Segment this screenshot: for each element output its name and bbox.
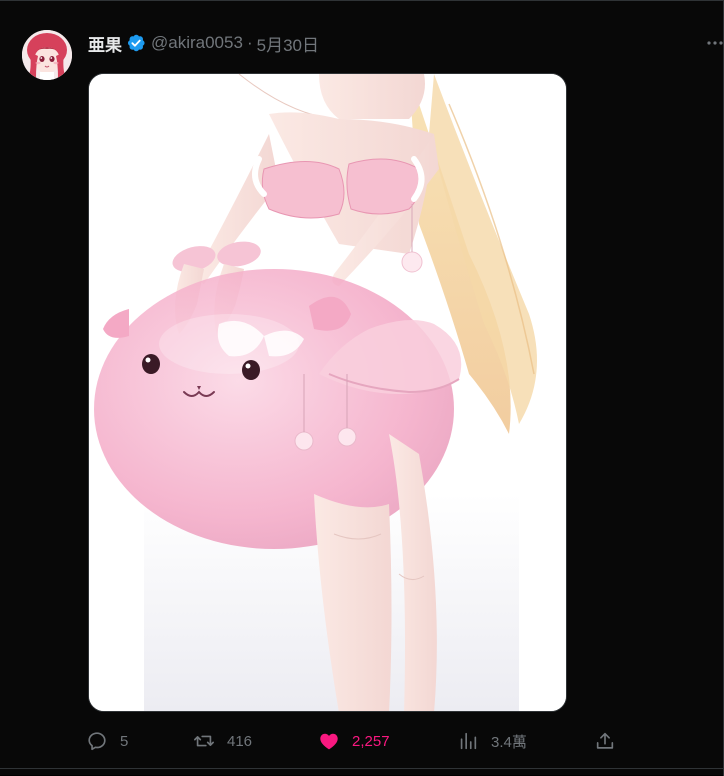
post: 亜果 @akira0053 · 5月30日 5 416 2,257 3.4萬 (0, 0, 724, 776)
repost-count: 416 (227, 732, 253, 750)
views-button[interactable]: 3.4萬 (457, 728, 527, 754)
post-divider (0, 768, 724, 769)
repost-button[interactable]: 416 (193, 728, 252, 754)
share-upload-icon (596, 732, 614, 749)
post-date[interactable]: 5月30日 (257, 31, 319, 56)
more-horizontal-icon (707, 41, 723, 45)
share-button[interactable] (594, 728, 616, 754)
post-media-image[interactable] (88, 73, 567, 712)
separator-dot: · (246, 33, 253, 52)
reply-button[interactable]: 5 (86, 728, 128, 754)
author-handle[interactable]: @akira0053 (151, 33, 243, 53)
repost-icon (194, 735, 214, 747)
post-actions: 5 416 2,257 3.4萬 (86, 728, 626, 754)
author-display-name[interactable]: 亜果 (88, 31, 122, 56)
reply-icon (88, 732, 106, 751)
like-count: 2,257 (352, 732, 390, 750)
views-chart-icon (460, 732, 477, 750)
post-header: 亜果 @akira0053 · 5月30日 (88, 31, 319, 55)
heart-filled-icon (320, 733, 338, 750)
reply-count: 5 (120, 732, 129, 750)
avatar[interactable] (22, 30, 72, 80)
more-options-button[interactable] (704, 33, 724, 53)
views-count: 3.4萬 (491, 733, 527, 751)
like-button[interactable]: 2,257 (318, 728, 390, 754)
verified-badge-icon (126, 33, 146, 53)
